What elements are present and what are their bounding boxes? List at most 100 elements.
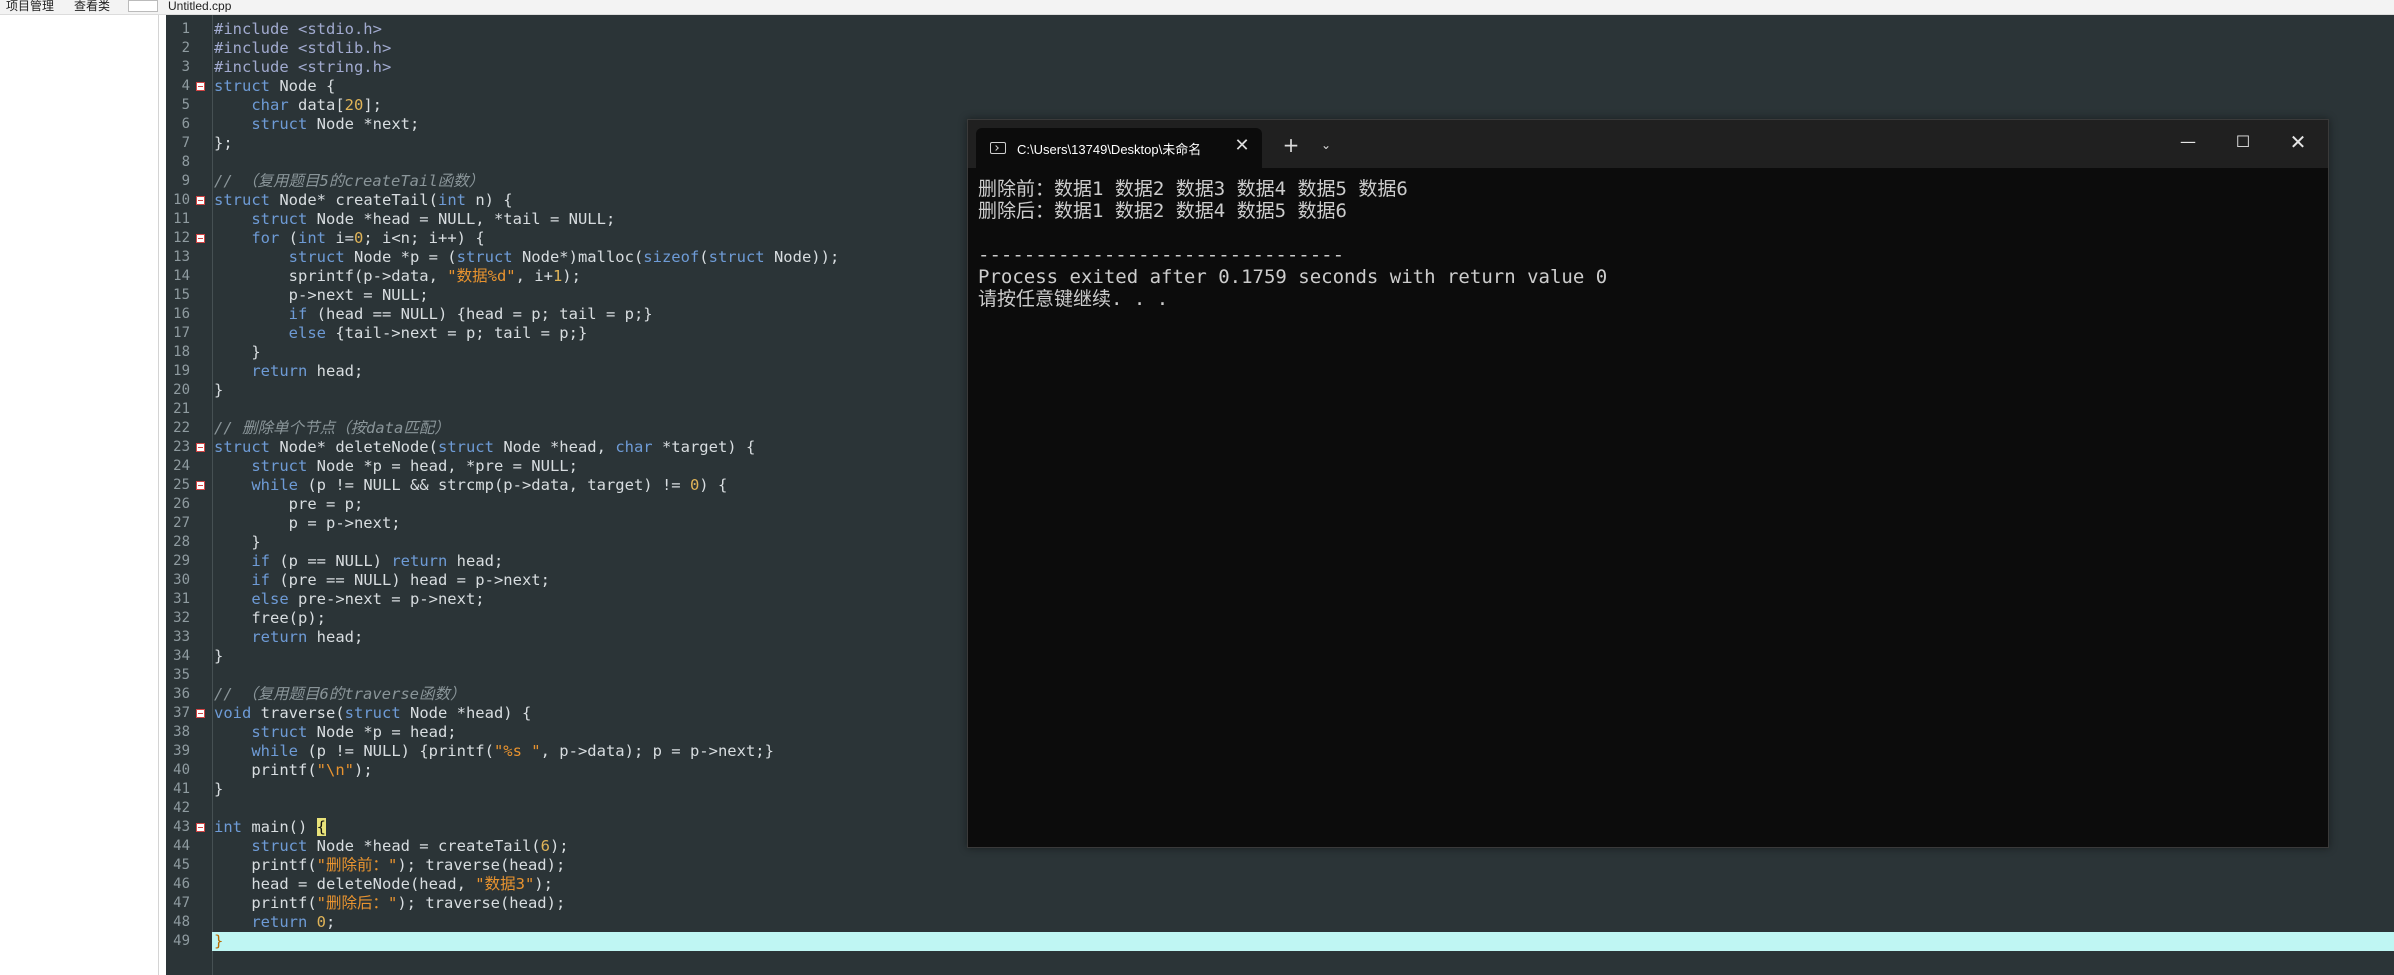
code-line[interactable]: // （复用题目6的traverse函数） bbox=[214, 685, 465, 704]
line-number: 34 bbox=[173, 648, 190, 664]
line-number: 41 bbox=[173, 781, 190, 797]
chevron-down-icon[interactable]: ⌄ bbox=[1316, 134, 1336, 156]
code-line[interactable]: return 0; bbox=[214, 913, 335, 932]
code-line[interactable]: } bbox=[214, 932, 223, 951]
code-line[interactable]: else pre->next = p->next; bbox=[214, 590, 484, 609]
maximize-button[interactable]: ☐ bbox=[2223, 128, 2263, 156]
fold-toggle-icon[interactable] bbox=[196, 196, 205, 205]
code-line[interactable]: struct Node *head = createTail(6); bbox=[214, 837, 568, 856]
close-tab-icon[interactable]: ✕ bbox=[1232, 136, 1252, 156]
code-line[interactable]: if (head == NULL) {head = p; tail = p;} bbox=[214, 305, 653, 324]
fold-toggle-icon[interactable] bbox=[196, 82, 205, 91]
code-line[interactable]: while (p != NULL) {printf("%s ", p->data… bbox=[214, 742, 774, 761]
code-line[interactable]: if (pre == NULL) head = p->next; bbox=[214, 571, 550, 590]
code-line[interactable]: // 删除单个节点（按data匹配） bbox=[214, 419, 450, 438]
line-number: 24 bbox=[173, 458, 190, 474]
code-line[interactable]: struct Node *p = (struct Node*)malloc(si… bbox=[214, 248, 840, 267]
line-number: 44 bbox=[173, 838, 190, 854]
code-line[interactable]: head = deleteNode(head, "数据3"); bbox=[214, 875, 553, 894]
code-line[interactable]: printf("删除前："); traverse(head); bbox=[214, 856, 565, 875]
new-tab-button[interactable]: + bbox=[1280, 134, 1302, 156]
line-number: 16 bbox=[173, 306, 190, 322]
code-line[interactable]: // （复用题目5的createTail函数） bbox=[214, 172, 484, 191]
code-line[interactable]: struct Node* createTail(int n) { bbox=[214, 191, 513, 210]
code-line[interactable]: #include <string.h> bbox=[214, 58, 391, 77]
line-number: 45 bbox=[173, 857, 190, 873]
code-line[interactable]: } bbox=[214, 343, 260, 362]
code-line[interactable]: } bbox=[214, 647, 223, 666]
toolbar-dropdown[interactable] bbox=[128, 0, 158, 12]
line-number: 2 bbox=[181, 40, 190, 56]
line-number: 26 bbox=[173, 496, 190, 512]
code-line[interactable]: }; bbox=[214, 134, 233, 153]
code-line[interactable]: pre = p; bbox=[214, 495, 364, 514]
line-number: 27 bbox=[173, 515, 190, 531]
code-line[interactable]: return head; bbox=[214, 362, 363, 381]
line-number: 6 bbox=[181, 116, 190, 132]
menu-fragment-project[interactable]: 项目管理 bbox=[6, 0, 66, 12]
console-tab[interactable]: C:\Users\13749\Desktop\未命名 ✕ bbox=[976, 128, 1262, 168]
code-line[interactable]: p = p->next; bbox=[214, 514, 401, 533]
file-tab-label[interactable]: Untitled.cpp bbox=[168, 0, 248, 12]
line-number: 31 bbox=[173, 591, 190, 607]
console-window[interactable]: C:\Users\13749\Desktop\未命名 ✕ + ⌄ — ☐ ✕ 删… bbox=[967, 119, 2329, 848]
code-line[interactable]: char data[20]; bbox=[214, 96, 382, 115]
code-line[interactable]: for (int i=0; i<n; i++) { bbox=[214, 229, 484, 248]
line-number: 19 bbox=[173, 363, 190, 379]
line-number: 30 bbox=[173, 572, 190, 588]
code-line[interactable]: p->next = NULL; bbox=[214, 286, 429, 305]
line-number: 14 bbox=[173, 268, 190, 284]
code-line[interactable]: struct Node* deleteNode(struct Node *hea… bbox=[214, 438, 755, 457]
line-number: 22 bbox=[173, 420, 190, 436]
current-line-highlight bbox=[212, 932, 2394, 951]
menu-fragment-class-view[interactable]: 查看类 bbox=[74, 0, 126, 12]
fold-toggle-icon[interactable] bbox=[196, 709, 205, 718]
console-output-line: -------------------------------- bbox=[978, 244, 1345, 266]
line-number: 37 bbox=[173, 705, 190, 721]
code-line[interactable]: #include <stdio.h> bbox=[214, 20, 382, 39]
code-line[interactable]: struct Node { bbox=[214, 77, 335, 96]
console-titlebar[interactable]: C:\Users\13749\Desktop\未命名 ✕ + ⌄ — ☐ ✕ bbox=[968, 120, 2328, 168]
fold-toggle-icon[interactable] bbox=[196, 481, 205, 490]
line-number: 3 bbox=[181, 59, 190, 75]
fold-toggle-icon[interactable] bbox=[196, 234, 205, 243]
line-number: 43 bbox=[173, 819, 190, 835]
code-line[interactable]: } bbox=[214, 780, 223, 799]
code-line[interactable]: } bbox=[214, 533, 260, 552]
close-window-button[interactable]: ✕ bbox=[2278, 128, 2318, 156]
code-line[interactable]: sprintf(p->data, "数据%d", i+1); bbox=[214, 267, 581, 286]
console-output[interactable]: 删除前：数据1 数据2 数据3 数据4 数据5 数据6 删除后：数据1 数据2 数… bbox=[978, 178, 2318, 838]
code-line[interactable]: struct Node *next; bbox=[214, 115, 419, 134]
fold-toggle-icon[interactable] bbox=[196, 823, 205, 832]
code-line[interactable]: else {tail->next = p; tail = p;} bbox=[214, 324, 588, 343]
line-number: 42 bbox=[173, 800, 190, 816]
code-line[interactable]: printf("删除后："); traverse(head); bbox=[214, 894, 565, 913]
minimize-button[interactable]: — bbox=[2168, 128, 2208, 156]
code-line[interactable]: void traverse(struct Node *head) { bbox=[214, 704, 531, 723]
console-output-line: Process exited after 0.1759 seconds with… bbox=[978, 266, 1608, 288]
line-number: 32 bbox=[173, 610, 190, 626]
terminal-icon bbox=[990, 142, 1006, 154]
code-line[interactable]: int main() { bbox=[214, 818, 326, 837]
code-line[interactable]: if (p == NULL) return head; bbox=[214, 552, 503, 571]
line-number: 35 bbox=[173, 667, 190, 683]
line-number: 17 bbox=[173, 325, 190, 341]
line-number: 38 bbox=[173, 724, 190, 740]
line-number: 39 bbox=[173, 743, 190, 759]
code-line[interactable]: } bbox=[214, 381, 223, 400]
code-line[interactable]: printf("\n"); bbox=[214, 761, 372, 780]
code-line[interactable]: return head; bbox=[214, 628, 363, 647]
code-line[interactable]: while (p != NULL && strcmp(p->data, targ… bbox=[214, 476, 727, 495]
line-number: 29 bbox=[173, 553, 190, 569]
line-number: 40 bbox=[173, 762, 190, 778]
code-line[interactable]: struct Node *p = head, *pre = NULL; bbox=[214, 457, 578, 476]
line-number: 12 bbox=[173, 230, 190, 246]
line-number: 23 bbox=[173, 439, 190, 455]
console-output-line: 删除后：数据1 数据2 数据4 数据5 数据6 bbox=[978, 200, 1347, 222]
code-line[interactable]: free(p); bbox=[214, 609, 326, 628]
code-line[interactable]: struct Node *head = NULL, *tail = NULL; bbox=[214, 210, 615, 229]
code-line[interactable]: struct Node *p = head; bbox=[214, 723, 456, 742]
code-line[interactable]: #include <stdlib.h> bbox=[214, 39, 391, 58]
line-number: 46 bbox=[173, 876, 190, 892]
fold-toggle-icon[interactable] bbox=[196, 443, 205, 452]
